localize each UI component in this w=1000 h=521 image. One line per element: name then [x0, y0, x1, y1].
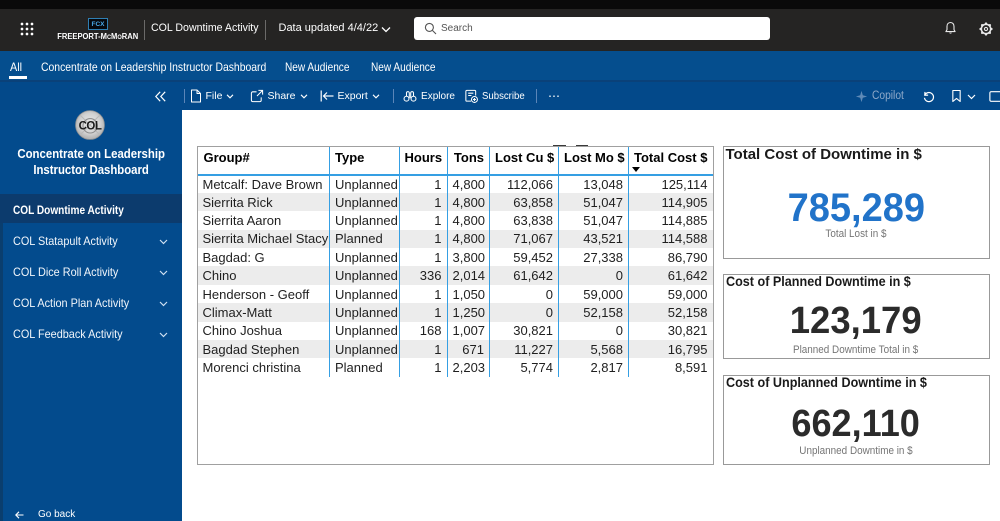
svg-text:COL: COL — [78, 121, 101, 133]
